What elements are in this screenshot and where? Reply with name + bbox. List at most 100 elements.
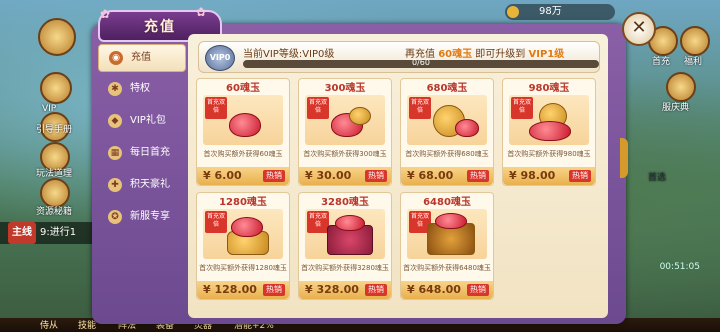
product-title: 60魂玉	[226, 83, 260, 94]
hud-label-recommend: 首选	[648, 173, 667, 183]
quest-tracker[interactable]: 主线 9:进行1	[0, 222, 100, 244]
hud-label-celebration: 服庆典	[662, 103, 690, 113]
first-recharge-double-badge: 首充双倍	[307, 211, 329, 233]
currency-art: 首充双倍	[407, 95, 487, 145]
first-recharge-double-badge: 首充双倍	[409, 97, 431, 119]
product-desc: 首次购买额外获得60魂玉	[203, 150, 283, 158]
product-title: 300魂玉	[324, 83, 366, 94]
product-desc: 首次购买额外获得980魂玉	[507, 150, 591, 158]
price-bar: ¥ 98.00 热销	[503, 167, 595, 185]
gift-icon: ✚	[108, 178, 122, 192]
close-button[interactable]: ✕	[622, 12, 656, 46]
flower-icon: ✿	[196, 5, 207, 19]
hot-badge: 热销	[365, 170, 387, 182]
bottom-item-attendant[interactable]: 侍从	[40, 318, 58, 331]
nav-label: VIP礼包	[130, 115, 166, 126]
nav-item-vip-gift[interactable]: ◆ VIP礼包	[98, 108, 184, 134]
price-bar: ¥ 30.00 热销	[299, 167, 391, 185]
left-hud: VIP 引导手册 玩法道理 资源秘籍	[0, 0, 100, 332]
product-desc: 首次购买额外获得6480魂玉	[403, 264, 491, 272]
hud-label-welfare: 福利	[684, 57, 703, 67]
product-title: 1280魂玉	[219, 197, 267, 208]
first-recharge-double-badge: 首充双倍	[307, 97, 329, 119]
product-desc: 首次购买额外获得680魂玉	[405, 150, 489, 158]
celebration-icon[interactable]	[666, 72, 696, 102]
vip-status-bar: VIP0 当前VIP等级:VIP0级 再充值 60魂玉 即可升级到 VIP1级 …	[198, 41, 600, 73]
product-price: ¥ 648.00	[407, 283, 461, 296]
product-card-6480[interactable]: 6480魂玉 首充双倍 首次购买额外获得6480魂玉 ¥ 648.00 热销	[400, 192, 494, 300]
product-price: ¥ 128.00	[203, 283, 257, 296]
hot-badge: 热销	[263, 284, 285, 296]
product-card-300[interactable]: 300魂玉 首充双倍 首次购买额外获得300魂玉 ¥ 30.00 热销	[298, 78, 392, 186]
currency-art: 首充双倍	[203, 95, 283, 145]
currency-art: 首充双倍	[305, 95, 385, 145]
first-recharge-double-badge: 首充双倍	[205, 211, 227, 233]
hot-badge: 热销	[365, 284, 387, 296]
product-price: ¥ 98.00	[509, 169, 556, 182]
product-card-680[interactable]: 680魂玉 首充双倍 首次购买额外获得680魂玉 ¥ 68.00 热销	[400, 78, 494, 186]
product-desc: 首次购买额外获得300魂玉	[303, 150, 387, 158]
nav-label: 积天豪礼	[130, 179, 170, 190]
vip-progress-bar: 0/60	[243, 58, 599, 68]
recharge-content-panel: VIP0 当前VIP等级:VIP0级 再充值 60魂玉 即可升级到 VIP1级 …	[188, 34, 608, 318]
hud-label-guide: 引导手册	[36, 125, 73, 135]
dialog-title: 充值	[144, 19, 176, 35]
product-card-1280[interactable]: 1280魂玉 首充双倍 首次购买额外获得1280魂玉 ¥ 128.00 热销	[196, 192, 290, 300]
recharge-side-nav: ◉ 充值 ✱ 特权 ◆ VIP礼包 ▦ 每日首充 ✚ 积天豪礼 ✪ 新服专享	[98, 38, 186, 320]
character-avatar[interactable]	[38, 18, 76, 56]
nav-item-new-server[interactable]: ✪ 新服专享	[98, 204, 184, 230]
nav-label: 新服专享	[130, 211, 170, 222]
currency-art: 首充双倍	[203, 209, 283, 259]
vip-badge-icon: VIP0	[205, 45, 235, 71]
hud-label-resources: 资源秘籍	[36, 207, 73, 217]
nav-item-daily-first-recharge[interactable]: ▦ 每日首充	[98, 140, 184, 166]
product-card-980[interactable]: 980魂玉 首充双倍 首次购买额外获得980魂玉 ¥ 98.00 热销	[502, 78, 596, 186]
product-card-60[interactable]: 60魂玉 首充双倍 首次购买额外获得60魂玉 ¥ 6.00 热销	[196, 78, 290, 186]
hud-label-first-recharge: 首充	[652, 57, 671, 67]
nav-label: 充值	[131, 52, 151, 63]
nav-item-privilege[interactable]: ✱ 特权	[98, 76, 184, 102]
product-title: 3280魂玉	[321, 197, 369, 208]
diamond-icon: ◆	[108, 114, 122, 128]
price-bar: ¥ 6.00 热销	[197, 167, 289, 185]
product-desc: 首次购买额外获得1280魂玉	[199, 264, 287, 272]
hot-badge: 热销	[467, 284, 489, 296]
product-price: ¥ 30.00	[305, 169, 352, 182]
currency-art: 首充双倍	[407, 209, 487, 259]
product-title: 980魂玉	[528, 83, 570, 94]
quest-text: 9:进行1	[40, 227, 77, 238]
soul-jade-icon	[529, 121, 571, 141]
vip-icon[interactable]	[40, 72, 72, 104]
product-price: ¥ 6.00	[203, 169, 242, 182]
vip-progress-text: 0/60	[412, 58, 430, 67]
welfare-icon[interactable]	[680, 26, 710, 56]
nav-item-recharge[interactable]: ◉ 充值	[98, 44, 186, 72]
timer: 00:51:05	[659, 262, 700, 272]
soul-jade-icon	[435, 213, 467, 229]
soul-jade-icon	[231, 217, 263, 237]
soul-jade-icon	[455, 119, 479, 137]
side-scroll-tab[interactable]	[620, 138, 628, 178]
product-card-3280[interactable]: 3280魂玉 首充双倍 首次购买额外获得3280魂玉 ¥ 328.00 热销	[298, 192, 392, 300]
nav-item-accumulated-gifts[interactable]: ✚ 积天豪礼	[98, 172, 184, 198]
soul-jade-icon	[229, 113, 261, 137]
product-price: ¥ 328.00	[305, 283, 359, 296]
currency-art: 首充双倍	[305, 209, 385, 259]
star-badge-icon: ✪	[108, 210, 122, 224]
product-title: 6480魂玉	[423, 197, 471, 208]
product-price: ¥ 68.00	[407, 169, 454, 182]
gold-pouch-icon	[349, 107, 371, 125]
currency-art: 首充双倍	[509, 95, 589, 145]
nav-label: 每日首充	[130, 147, 170, 158]
first-recharge-double-badge: 首充双倍	[205, 97, 227, 119]
hot-badge: 热销	[467, 170, 489, 182]
product-title: 680魂玉	[426, 83, 468, 94]
price-bar: ¥ 128.00 热销	[197, 281, 289, 299]
price-bar: ¥ 68.00 热销	[401, 167, 493, 185]
nav-label: 特权	[130, 83, 150, 94]
calendar-icon: ▦	[108, 146, 122, 160]
first-recharge-double-badge: 首充双倍	[511, 97, 533, 119]
hot-badge: 热销	[569, 170, 591, 182]
price-bar: ¥ 328.00 热销	[299, 281, 391, 299]
hot-badge: 热销	[263, 170, 285, 182]
